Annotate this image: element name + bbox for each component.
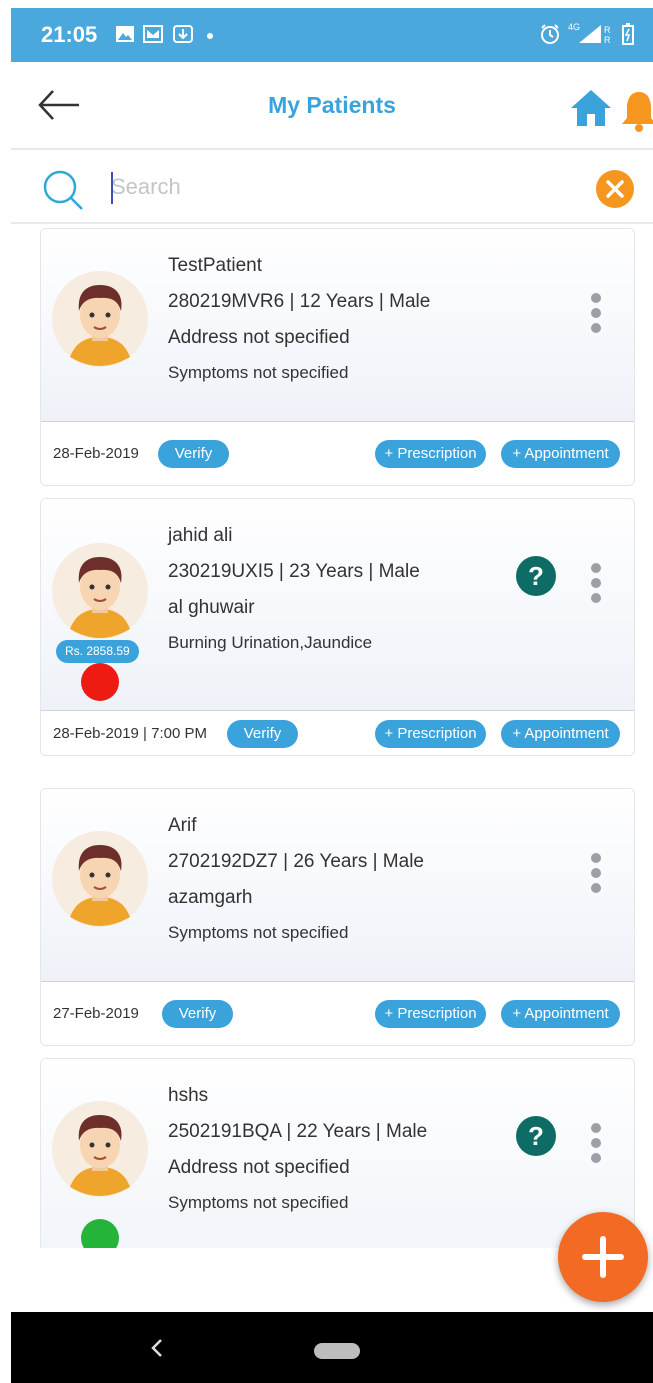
status-indicator: [81, 663, 119, 701]
patient-card-details: Rs. 2858.59 jahid ali 230219UXI5 | 23 Ye…: [41, 499, 634, 711]
patient-symptoms: Symptoms not specified: [168, 923, 349, 942]
patient-name: jahid ali: [168, 525, 233, 546]
add-appointment-button[interactable]: + Appointment: [501, 720, 620, 748]
patient-card-details: Arif 2702192DZ7 | 26 Years | Male azamga…: [41, 789, 634, 982]
alarm-icon: [541, 24, 559, 44]
app-screen: 21:05 4G RR My Patients Search TestPatie…: [11, 8, 653, 1383]
more-options-icon[interactable]: [589, 851, 603, 895]
patient-card-actions: 28-Feb-2019 | 7:00 PM Verify + Prescript…: [41, 711, 634, 755]
patient-symptoms: Burning Urination,Jaundice: [168, 633, 373, 652]
app-bar: My Patients: [11, 62, 653, 150]
add-prescription-button[interactable]: + Prescription: [375, 440, 486, 468]
patient-card-details: TestPatient 280219MVR6 | 12 Years | Male…: [41, 229, 634, 422]
patient-symptoms: Symptoms not specified: [168, 1193, 349, 1212]
download-icon: [173, 25, 193, 43]
patient-card[interactable]: hshs 2502191BQA | 22 Years | Male Addres…: [40, 1058, 635, 1248]
visit-date: 28-Feb-2019 | 7:00 PM: [53, 725, 207, 742]
patient-address: azamgarh: [168, 887, 253, 908]
avatar: [52, 543, 148, 639]
patient-list: TestPatient 280219MVR6 | 12 Years | Male…: [11, 224, 653, 1248]
question-icon[interactable]: ?: [515, 1115, 557, 1157]
avatar: [52, 1101, 148, 1197]
home-icon[interactable]: [569, 88, 613, 128]
visit-date: 27-Feb-2019: [53, 1005, 139, 1022]
bell-icon[interactable]: [619, 88, 653, 132]
clear-search-button[interactable]: [596, 170, 634, 208]
page-title: My Patients: [268, 92, 396, 118]
patient-address: Address not specified: [168, 327, 350, 348]
add-appointment-button[interactable]: + Appointment: [501, 1000, 620, 1028]
patient-symptoms: Symptoms not specified: [168, 363, 349, 382]
search-bar: [11, 150, 653, 224]
signal-icon: RR: [579, 25, 611, 45]
nav-back-icon[interactable]: [149, 1338, 165, 1358]
add-prescription-button[interactable]: + Prescription: [375, 720, 486, 748]
search-icon: [43, 170, 83, 210]
avatar: [52, 831, 148, 927]
visit-date: 28-Feb-2019: [53, 445, 139, 462]
patient-card[interactable]: TestPatient 280219MVR6 | 12 Years | Male…: [40, 228, 635, 486]
patient-card-actions: 28-Feb-2019 Verify + Prescription + Appo…: [41, 422, 634, 485]
more-options-icon[interactable]: [589, 291, 603, 335]
patient-card[interactable]: Arif 2702192DZ7 | 26 Years | Male azamga…: [40, 788, 635, 1046]
avatar: [52, 271, 148, 367]
system-nav-bar: [11, 1312, 653, 1383]
gallery-icon: [116, 26, 134, 42]
patient-id-age-gender: 230219UXI5 | 23 Years | Male: [168, 561, 420, 582]
patient-address: Address not specified: [168, 1157, 350, 1178]
verify-button[interactable]: Verify: [158, 440, 229, 468]
text-cursor: [111, 172, 113, 204]
patient-name: Arif: [168, 815, 197, 836]
add-patient-button[interactable]: [558, 1212, 648, 1302]
patient-name: TestPatient: [168, 255, 262, 276]
nav-home-button[interactable]: [314, 1343, 360, 1359]
patient-card-details: hshs 2502191BQA | 22 Years | Male Addres…: [41, 1059, 634, 1248]
patient-id-age-gender: 2502191BQA | 22 Years | Male: [168, 1121, 428, 1142]
patient-card-actions: 27-Feb-2019 Verify + Prescription + Appo…: [41, 982, 634, 1045]
mail-icon: [143, 25, 163, 43]
patient-address: al ghuwair: [168, 597, 255, 618]
patient-id-age-gender: 280219MVR6 | 12 Years | Male: [168, 291, 431, 312]
svg-text:R: R: [604, 35, 611, 45]
svg-text:?: ?: [528, 561, 544, 591]
patient-name: hshs: [168, 1085, 209, 1106]
svg-text:?: ?: [528, 1121, 544, 1151]
plus-icon: [582, 1236, 624, 1278]
svg-text:R: R: [604, 25, 611, 35]
verify-button[interactable]: Verify: [162, 1000, 233, 1028]
patient-card[interactable]: Rs. 2858.59 jahid ali 230219UXI5 | 23 Ye…: [40, 498, 635, 756]
search-input[interactable]: [109, 168, 573, 206]
question-icon[interactable]: ?: [515, 555, 557, 597]
more-options-icon[interactable]: [589, 561, 603, 605]
add-prescription-button[interactable]: + Prescription: [375, 1000, 486, 1028]
patient-id-age-gender: 2702192DZ7 | 26 Years | Male: [168, 851, 424, 872]
status-bar: 21:05 4G RR: [11, 8, 653, 62]
status-time: 21:05: [41, 22, 98, 47]
battery-icon: [622, 23, 634, 45]
balance-badge: Rs. 2858.59: [56, 640, 139, 663]
notification-dot-icon: [207, 33, 213, 39]
close-icon: [606, 180, 624, 198]
more-options-icon[interactable]: [589, 1121, 603, 1165]
verify-button[interactable]: Verify: [227, 720, 298, 748]
status-indicator: [81, 1219, 119, 1248]
add-appointment-button[interactable]: + Appointment: [501, 440, 620, 468]
